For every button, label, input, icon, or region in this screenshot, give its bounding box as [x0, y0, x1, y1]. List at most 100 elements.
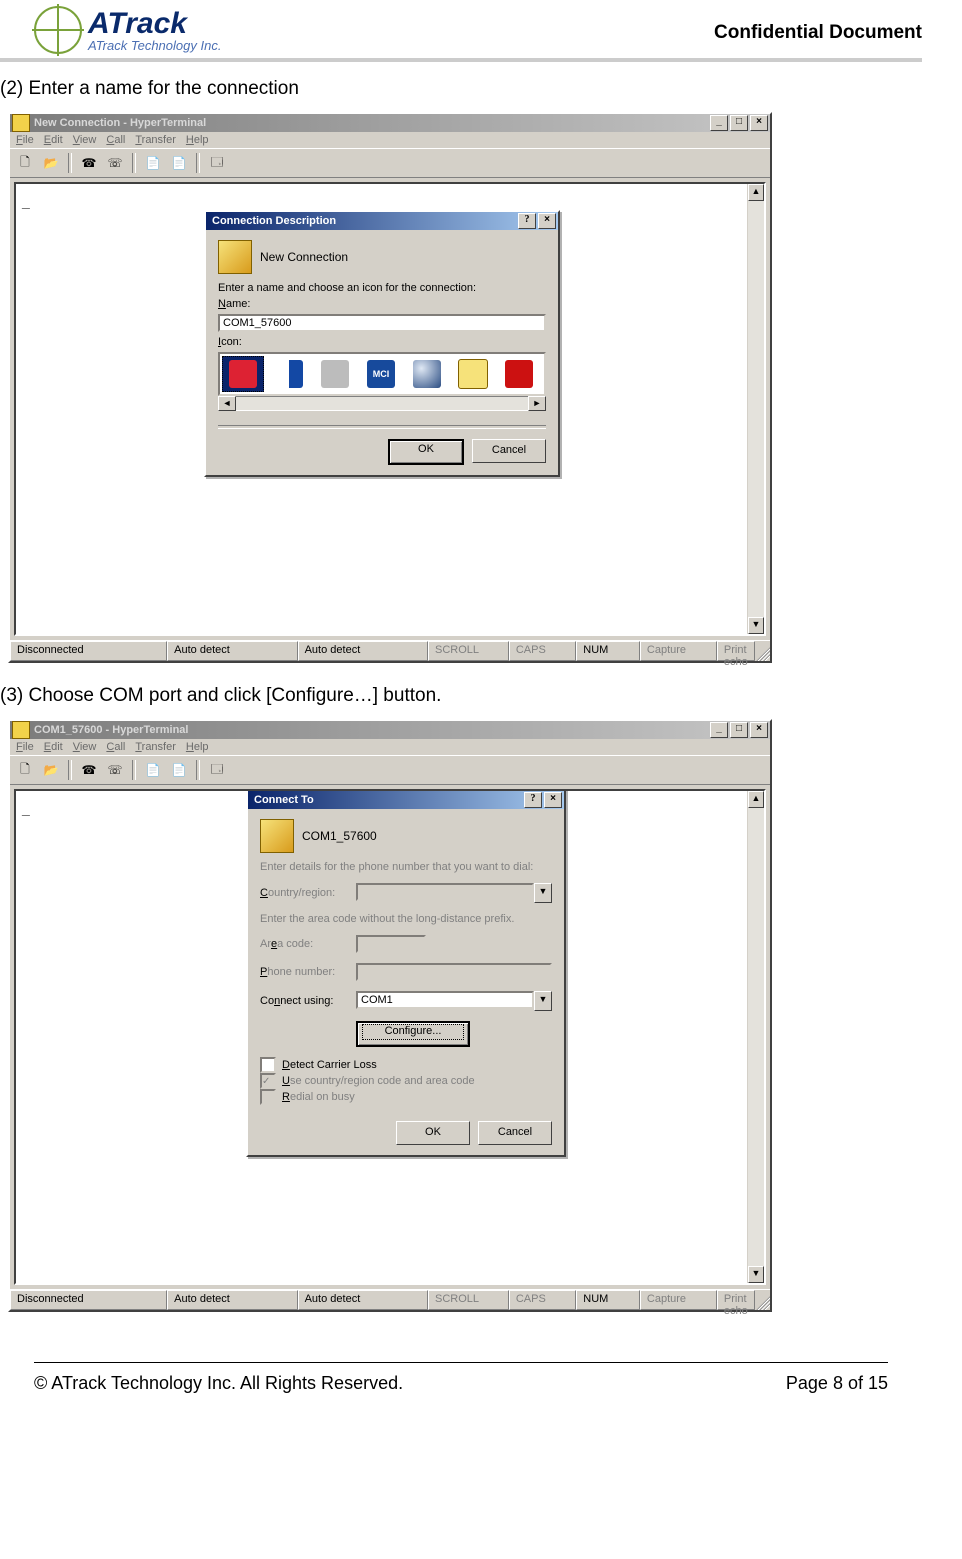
icon-picker[interactable]: MCI [218, 352, 546, 396]
icon-option-2[interactable] [275, 360, 303, 388]
properties-icon[interactable]: 🗔 [206, 152, 228, 174]
connect-to-dialog: Connect To ? × COM1_57600 Enter details … [246, 789, 566, 1157]
send-icon[interactable]: 📄 [142, 759, 164, 781]
brand-name: ATrack [88, 9, 221, 39]
maximize-button[interactable]: □ [730, 115, 748, 131]
vertical-scrollbar[interactable]: ▲ ▼ [747, 791, 764, 1283]
country-label: Country/region: [260, 887, 350, 899]
menu-call[interactable]: Call [106, 134, 125, 146]
scroll-down-icon[interactable]: ▼ [748, 1266, 764, 1283]
menu-call[interactable]: Call [106, 741, 125, 753]
menu-file[interactable]: File [16, 741, 34, 753]
country-combo [356, 883, 534, 901]
menu-edit[interactable]: Edit [44, 741, 63, 753]
status-caps: CAPS [509, 641, 576, 661]
icon-option-5[interactable] [413, 360, 441, 388]
dialog-titlebar[interactable]: Connection Description ? × [206, 212, 558, 230]
scroll-up-icon[interactable]: ▲ [748, 791, 764, 808]
receive-icon[interactable]: 📄 [168, 759, 190, 781]
icon-scrollbar[interactable]: ◄ ► [218, 396, 546, 411]
open-icon[interactable]: 📂 [40, 152, 62, 174]
dialog-close-button[interactable]: × [538, 213, 556, 229]
name-input-value: COM1_57600 [223, 317, 292, 329]
menu-help[interactable]: Help [186, 134, 209, 146]
menu-edit[interactable]: Edit [44, 134, 63, 146]
call-icon[interactable]: ☎ [78, 152, 100, 174]
status-connection: Disconnected [10, 641, 167, 661]
chevron-down-icon[interactable]: ▼ [534, 991, 552, 1011]
hyperterminal-window-1: New Connection - HyperTerminal _ □ × Fil… [8, 112, 772, 663]
menu-help[interactable]: Help [186, 741, 209, 753]
send-icon[interactable]: 📄 [142, 152, 164, 174]
area-prompt: Enter the area code without the long-dis… [260, 913, 552, 925]
icon-option-1[interactable] [229, 360, 257, 388]
scroll-right-icon[interactable]: ► [528, 396, 546, 411]
status-connection: Disconnected [10, 1290, 167, 1310]
configure-button[interactable]: Configure... [356, 1021, 470, 1047]
status-scroll: SCROLL [428, 1290, 509, 1310]
status-detect1: Auto detect [167, 641, 297, 661]
detect-carrier-checkbox[interactable]: Detect Carrier Loss [260, 1057, 552, 1073]
call-icon[interactable]: ☎ [78, 759, 100, 781]
new-icon[interactable]: 🗋 [14, 152, 36, 174]
menu-file[interactable]: File [16, 134, 34, 146]
status-detect2: Auto detect [298, 1290, 428, 1310]
status-scroll: SCROLL [428, 641, 509, 661]
titlebar[interactable]: New Connection - HyperTerminal _ □ × [10, 114, 770, 132]
doc-header: ATrack ATrack Technology Inc. Confidenti… [0, 0, 922, 62]
hangup-icon[interactable]: ☏ [104, 152, 126, 174]
brand-subtitle: ATrack Technology Inc. [88, 39, 221, 52]
status-bar: Disconnected Auto detect Auto detect SCR… [10, 1289, 770, 1310]
resize-grip-icon[interactable] [755, 641, 770, 661]
new-icon[interactable]: 🗋 [14, 759, 36, 781]
terminal-area: _ ▲ ▼ Connection Description ? × New [14, 182, 766, 636]
connect-using-label: Connect using: [260, 995, 350, 1007]
hangup-icon[interactable]: ☏ [104, 759, 126, 781]
minimize-button[interactable]: _ [710, 115, 728, 131]
connection-description-dialog: Connection Description ? × New Connectio… [204, 210, 560, 477]
icon-label: Icon: [218, 336, 242, 348]
icon-option-6[interactable] [458, 359, 488, 389]
name-input[interactable]: COM1_57600 [218, 314, 546, 332]
scroll-left-icon[interactable]: ◄ [218, 396, 236, 411]
titlebar[interactable]: COM1_57600 - HyperTerminal _ □ × [10, 721, 770, 739]
phone-input [356, 963, 552, 981]
properties-icon[interactable]: 🗔 [206, 759, 228, 781]
hyperterminal-window-2: COM1_57600 - HyperTerminal _ □ × File Ed… [8, 719, 772, 1312]
toolbar: 🗋 📂 ☎ ☏ 📄 📄 🗔 [10, 148, 770, 178]
ok-button[interactable]: OK [388, 439, 464, 465]
minimize-button[interactable]: _ [710, 722, 728, 738]
confidential-label: Confidential Document [714, 22, 922, 54]
window-title: New Connection - HyperTerminal [34, 117, 708, 129]
icon-option-4[interactable]: MCI [367, 360, 395, 388]
menu-view[interactable]: View [73, 134, 97, 146]
menu-transfer[interactable]: Transfer [135, 134, 176, 146]
cancel-button[interactable]: Cancel [478, 1121, 552, 1145]
status-bar: Disconnected Auto detect Auto detect SCR… [10, 640, 770, 661]
resize-grip-icon[interactable] [755, 1290, 770, 1310]
name-label: Name: [218, 298, 250, 310]
ok-button[interactable]: OK [396, 1121, 470, 1145]
app-icon [12, 114, 30, 132]
scroll-up-icon[interactable]: ▲ [748, 184, 764, 201]
menu-transfer[interactable]: Transfer [135, 741, 176, 753]
connect-using-combo[interactable]: COM1 [356, 991, 534, 1009]
close-button[interactable]: × [750, 722, 768, 738]
maximize-button[interactable]: □ [730, 722, 748, 738]
menubar: File Edit View Call Transfer Help [10, 739, 770, 755]
close-button[interactable]: × [750, 115, 768, 131]
dialog-titlebar[interactable]: Connect To ? × [248, 791, 564, 809]
cancel-button[interactable]: Cancel [472, 439, 546, 463]
menu-view[interactable]: View [73, 741, 97, 753]
icon-option-7[interactable] [505, 360, 533, 388]
help-button[interactable]: ? [524, 792, 542, 808]
dialog-title: Connect To [250, 794, 522, 806]
dialog-close-button[interactable]: × [544, 792, 562, 808]
scroll-down-icon[interactable]: ▼ [748, 617, 764, 634]
new-connection-label: New Connection [260, 250, 348, 264]
vertical-scrollbar[interactable]: ▲ ▼ [747, 184, 764, 634]
open-icon[interactable]: 📂 [40, 759, 62, 781]
receive-icon[interactable]: 📄 [168, 152, 190, 174]
icon-option-3[interactable] [321, 360, 349, 388]
help-button[interactable]: ? [518, 213, 536, 229]
